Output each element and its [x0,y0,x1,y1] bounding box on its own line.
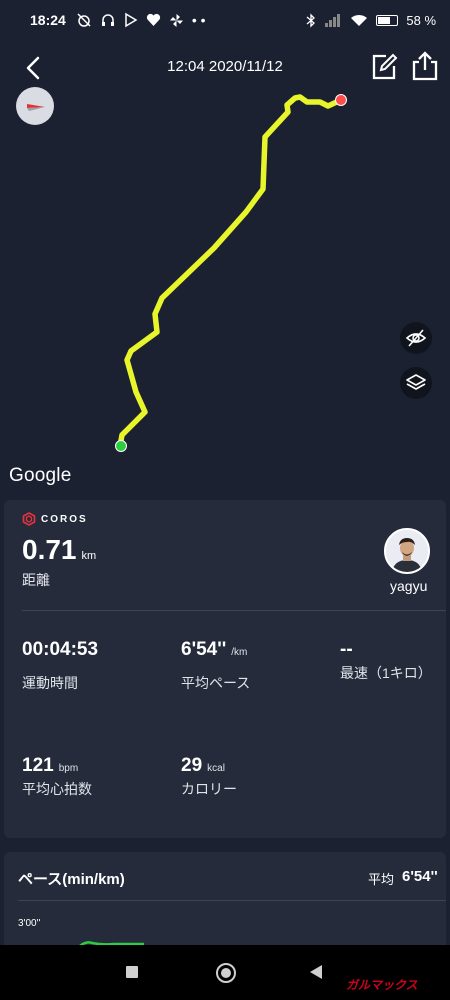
share-button[interactable] [410,50,442,84]
fastest-km-label: 最速（1キロ） [340,665,432,681]
calories-label: カロリー [181,781,237,797]
distance-label: 距離 [22,572,50,588]
home-button[interactable] [216,963,236,983]
summary-card: COROS 0.71 km 距離 yagyu 00:04:53 運動時間 6'5… [4,500,446,838]
edit-button[interactable] [369,52,401,84]
status-right-icons: 58 % [306,13,436,28]
play-icon [125,12,138,28]
map-attribution: Google [9,465,72,486]
pace-divider [18,900,446,901]
bluetooth-icon [306,12,316,28]
pace-avg-value: 6'54'' [402,868,438,885]
avg-heart-rate-label: 平均心拍数 [22,781,92,797]
back-icon [26,56,40,80]
signal-icon [325,14,341,27]
distance: 0.71 km [22,534,96,566]
distance-unit: km [81,550,97,562]
activity-title: 12:04 2020/11/12 [167,58,283,75]
avg-pace-value: 6'54''/km [181,639,248,660]
divider [22,610,446,611]
battery-icon [376,14,399,26]
route-end-marker [335,94,347,106]
calories-value: 29 kcal [181,755,225,776]
heart-icon [146,13,160,26]
avg-heart-rate-value: 121 bpm [22,755,79,776]
top-bar: 12:04 2020/11/12 [0,40,450,96]
compass-button[interactable] [16,87,54,125]
duration-label: 運動時間 [22,675,78,691]
user-avatar-icon [386,530,428,572]
recent-apps-button[interactable] [126,966,138,978]
avg-pace-label: 平均ペース [181,675,251,691]
back-button[interactable] [18,52,48,84]
username: yagyu [390,578,428,594]
system-back-button[interactable] [310,965,322,979]
pace-title: ペース(min/km) [18,871,125,888]
more-dots-icon: • • [191,12,206,28]
avatar[interactable] [384,528,430,574]
route-map[interactable] [0,40,450,500]
share-icon [412,51,438,81]
pace-card[interactable]: ペース(min/km) 平均 6'54'' 3'00'' [4,852,446,952]
route-line [115,94,347,452]
eye-off-icon [405,329,427,347]
route-start-marker [115,440,127,452]
wifi-icon [351,14,368,26]
alarm-off-icon [77,13,91,27]
watermark: ガルマックス [346,978,418,992]
battery-percent: 58 % [406,12,436,28]
hide-route-button[interactable] [400,322,432,354]
status-left-icons: • • [76,12,206,28]
status-time: 18:24 [30,12,66,28]
map-layers-button[interactable] [400,367,432,399]
pace-tick-label: 3'00'' [18,918,41,929]
compass-icon [27,104,45,111]
coros-logo-icon [22,512,36,526]
pinwheel-icon [169,13,183,27]
edit-icon [372,53,398,80]
brand-name: COROS [41,513,88,525]
brand: COROS [22,512,88,526]
distance-value: 0.71 [22,534,77,565]
headset-icon [101,14,114,26]
pace-avg-label: 平均 [368,872,395,887]
layers-icon [406,374,426,390]
fastest-km-value: -- [340,639,353,660]
status-bar: 18:24 • • 58 % [0,0,450,40]
duration-value: 00:04:53 [22,639,99,660]
